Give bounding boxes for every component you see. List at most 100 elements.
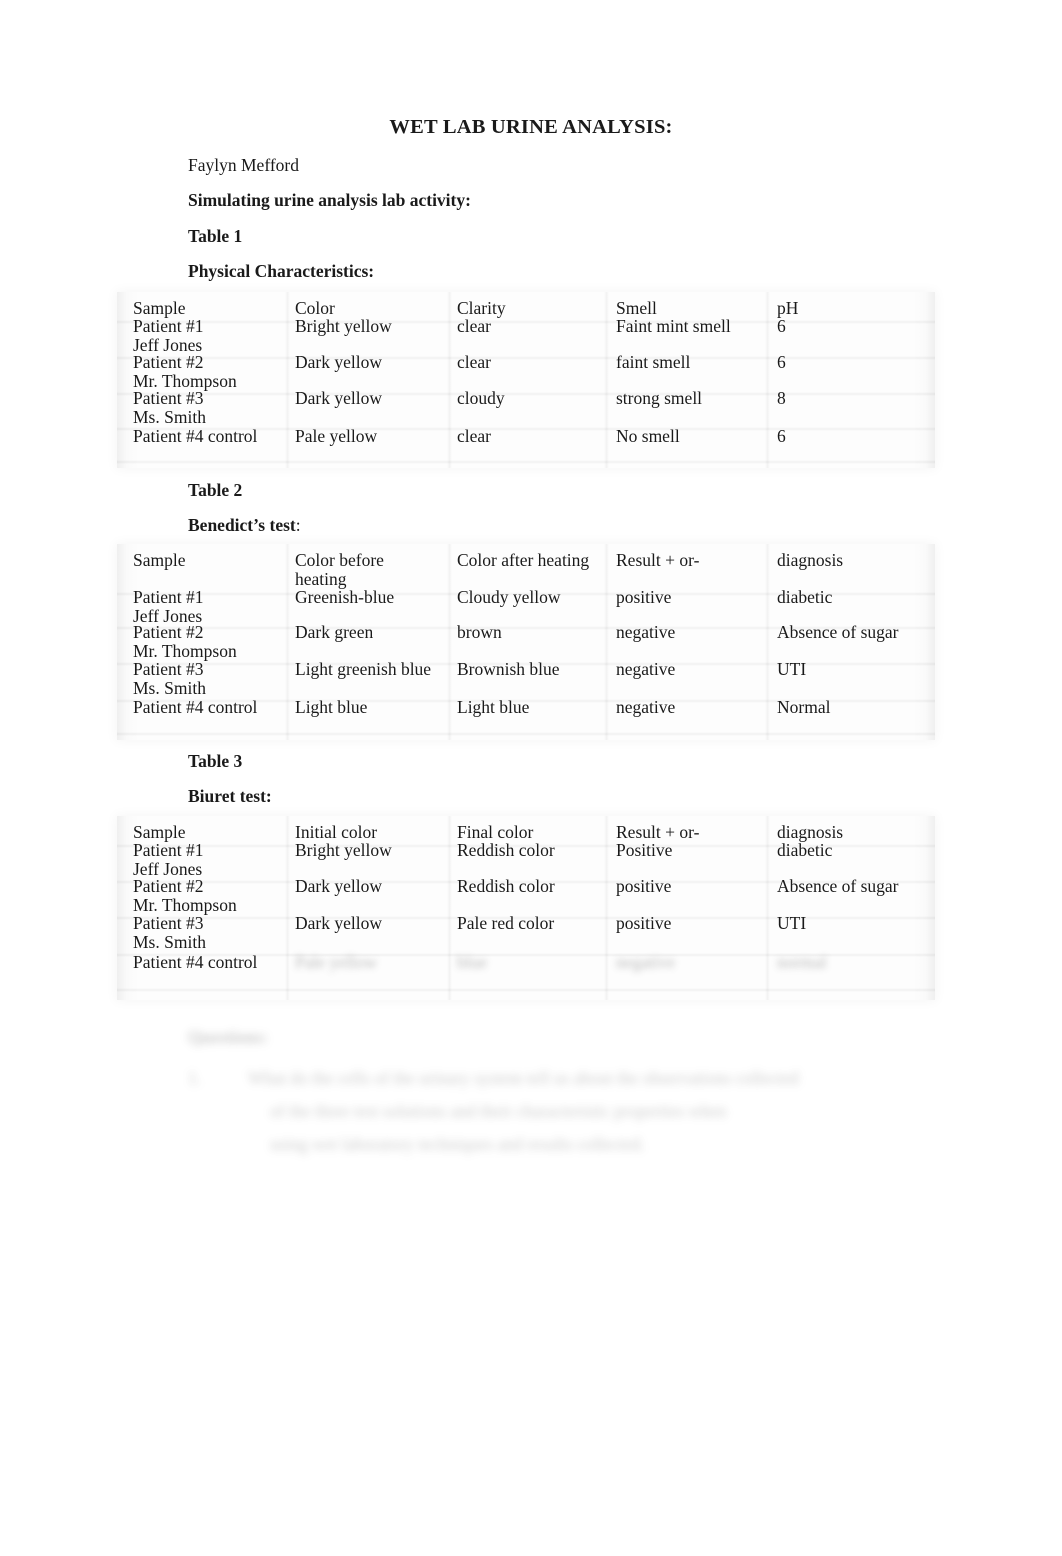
column-header-color-after: Color after heating [457,550,590,570]
author-name: Faylyn Mefford [188,155,299,175]
column-header-smell: Smell [616,298,657,318]
column-header-sample: Sample [133,298,186,318]
column-header-result: Result + or- [616,822,700,842]
list-item-body: What do the cells of the urinary system … [248,1062,960,1161]
column-header-result: Result + or- [616,550,700,570]
table-cell-before: Light blue [295,697,368,717]
table-cell-ph: 6 [777,426,786,446]
column-header-diagnosis: diagnosis [777,822,844,842]
table-cell-initial: Pale yellow [295,952,378,972]
table-cell-sample: Patient #1 Jeff Jones [133,316,204,355]
table-cell-result: positive [616,876,672,896]
column-header-color-before: Color before heating [295,550,384,589]
table-cell-sample: Patient #2 Mr. Thompson [133,622,237,661]
column-header-sample: Sample [133,550,186,570]
column-header-sample: Sample [133,822,186,842]
column-header-ph: pH [777,298,799,318]
table-cell-sample: Patient #1 Jeff Jones [133,840,204,879]
table-cell-sample: Patient #1 Jeff Jones [133,587,204,626]
table-cell-ph: 6 [777,352,786,372]
table-cell-sample: Patient #2 Mr. Thompson [133,352,237,391]
table-cell-after: Light blue [457,697,530,717]
table-cell-before: Greenish-blue [295,587,395,607]
table-cell-diagnosis: Absence of sugar [777,622,899,642]
table-cell-clarity: clear [457,426,491,446]
table-cell-smell: faint smell [616,352,691,372]
list-item-line-1: What do the cells of the urinary system … [248,1068,799,1088]
table-cell-sample: Patient #4 control [133,952,258,972]
table-cell-diagnosis: Normal [777,697,831,717]
table2-subtitle: Benedict’s test: [188,515,301,536]
list-item-number: 1. [188,1068,202,1088]
list-item-line-3: using wet laboratory techniques and resu… [270,1134,645,1154]
table-cell-diagnosis: Absence of sugar [777,876,899,896]
table-benedicts-test: Sample Color before heating Color after … [117,544,935,740]
table-cell-diagnosis: UTI [777,913,807,933]
table-cell-diagnosis: normal [777,952,827,972]
table-cell-after: Brownish blue [457,659,560,679]
table-cell-clarity: cloudy [457,388,505,408]
page-title: WET LAB URINE ANALYSIS: [389,116,673,138]
column-header-color: Color [295,298,335,318]
table-cell-ph: 8 [777,388,786,408]
table-biuret-test: Sample Initial color Final color Result … [117,816,935,1000]
table-cell-sample: Patient #3 Ms. Smith [133,659,206,698]
table-cell-ph: 6 [777,316,786,336]
table1-subtitle: Physical Characteristics: [188,261,375,281]
table-cell-initial: Dark yellow [295,876,382,896]
table-cell-result: negative [616,697,676,717]
list-item: 1. What do the cells of the urinary syst… [188,1062,958,1172]
table-cell-before: Light greenish blue [295,659,432,679]
table-cell-sample: Patient #3 Ms. Smith [133,913,206,952]
table-cell-before: Dark green [295,622,374,642]
questions-list: 1. What do the cells of the urinary syst… [188,1062,958,1172]
table-cell-smell: strong smell [616,388,703,408]
table-cell-result: Positive [616,840,673,860]
table-cell-smell: No smell [616,426,680,446]
table-cell-result: positive [616,913,672,933]
table-cell-clarity: clear [457,352,491,372]
column-separator [285,816,290,1000]
table-cell-diagnosis: diabetic [777,587,833,607]
table-cell-result: negative [616,622,676,642]
table-cell-result: negative [616,659,676,679]
table2-subtitle-rest: : [295,515,301,535]
table-cell-final: Reddish color [457,840,555,860]
table-cell-sample: Patient #4 control [133,697,258,717]
column-header-initial-color: Initial color [295,822,378,842]
table-cell-sample: Patient #2 Mr. Thompson [133,876,237,915]
table-cell-after: brown [457,622,502,642]
row-separator [117,988,935,992]
table1-caption: Table 1 [188,226,243,246]
table-cell-diagnosis: UTI [777,659,807,679]
column-separator [604,292,609,468]
table-cell-clarity: clear [457,316,491,336]
activity-heading: Simulating urine analysis lab activity: [188,190,471,210]
table-cell-result: negative [616,952,676,972]
table-cell-diagnosis: diabetic [777,840,833,860]
document-page: WET LAB URINE ANALYSIS: Faylyn Mefford S… [0,0,1062,1556]
table-cell-final: Reddish color [457,876,555,896]
table-cell-color: Dark yellow [295,388,382,408]
column-header-clarity: Clarity [457,298,506,318]
table-cell-color: Dark yellow [295,352,382,372]
row-separator [117,460,935,464]
table2-subtitle-bold: Benedict’s test [188,515,296,535]
table3-caption: Table 3 [188,751,243,771]
questions-heading: Questions: [188,1027,268,1047]
table-cell-color: Pale yellow [295,426,378,446]
table-cell-after: Cloudy yellow [457,587,561,607]
column-separator [447,292,452,468]
table3-subtitle: Biuret test: [188,786,272,806]
column-header-diagnosis: diagnosis [777,550,844,570]
table-cell-sample: Patient #4 control [133,426,258,446]
table-cell-result: positive [616,587,672,607]
table-cell-initial: Dark yellow [295,913,382,933]
table2-caption: Table 2 [188,480,243,500]
table-physical-characteristics: Sample Color Clarity Smell pH Patient #1… [117,292,935,468]
row-separator [117,732,935,736]
table-cell-color: Bright yellow [295,316,392,336]
table-cell-smell: Faint mint smell [616,316,731,336]
table-cell-sample: Patient #3 Ms. Smith [133,388,206,427]
table-cell-final: blue [457,952,488,972]
